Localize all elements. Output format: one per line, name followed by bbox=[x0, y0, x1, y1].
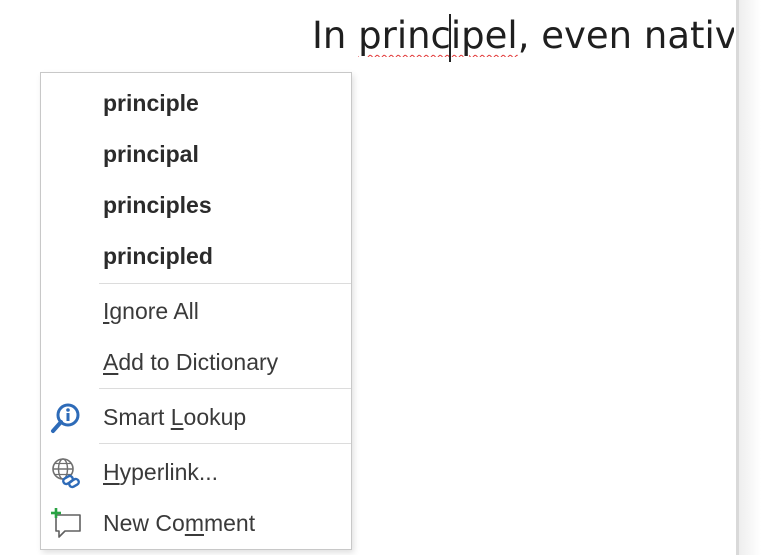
menu-separator bbox=[99, 283, 351, 284]
ignore-all-label: Ignore All bbox=[103, 297, 199, 324]
suggestion-label: principled bbox=[103, 242, 213, 269]
text-cursor bbox=[449, 14, 451, 62]
access-key: L bbox=[170, 403, 184, 430]
hyperlink-item[interactable]: Hyperlink... bbox=[41, 448, 351, 496]
smart-lookup-icon bbox=[49, 401, 83, 435]
suggestion-label: principal bbox=[103, 140, 199, 167]
ignore-all-item[interactable]: Ignore All bbox=[41, 287, 351, 335]
page-shadow bbox=[739, 0, 761, 555]
access-key: H bbox=[103, 458, 120, 485]
add-to-dictionary-item[interactable]: Add to Dictionary bbox=[41, 338, 351, 386]
misspelled-word[interactable]: principel bbox=[358, 14, 518, 57]
suggestion-principle[interactable]: principle bbox=[41, 79, 351, 127]
menu-separator bbox=[99, 443, 351, 444]
suggestion-principal[interactable]: principal bbox=[41, 130, 351, 178]
new-comment-label: New Comment bbox=[103, 509, 256, 536]
smart-lookup-item[interactable]: Smart Lookup bbox=[41, 393, 351, 441]
text-after-word: , even native bbox=[517, 14, 734, 57]
new-comment-icon bbox=[49, 507, 83, 541]
hyperlink-label: Hyperlink... bbox=[103, 458, 219, 485]
suggestion-label: principle bbox=[103, 89, 199, 116]
suggestion-label: principles bbox=[103, 191, 212, 218]
new-comment-item[interactable]: New Comment bbox=[41, 499, 351, 547]
hyperlink-globe-icon bbox=[49, 456, 83, 490]
suggestion-principled[interactable]: principled bbox=[41, 232, 351, 280]
smart-lookup-label: Smart Lookup bbox=[103, 403, 247, 430]
access-key: m bbox=[184, 509, 204, 536]
add-to-dictionary-label: Add to Dictionary bbox=[103, 348, 279, 375]
spelling-context-menu: principle principal principles principle… bbox=[40, 72, 352, 550]
menu-separator bbox=[99, 388, 351, 389]
suggestion-principles[interactable]: principles bbox=[41, 181, 351, 229]
text-before-word: In bbox=[312, 14, 359, 57]
access-key: A bbox=[103, 348, 119, 375]
document-text-line[interactable]: In principel, even native bbox=[312, 14, 734, 57]
